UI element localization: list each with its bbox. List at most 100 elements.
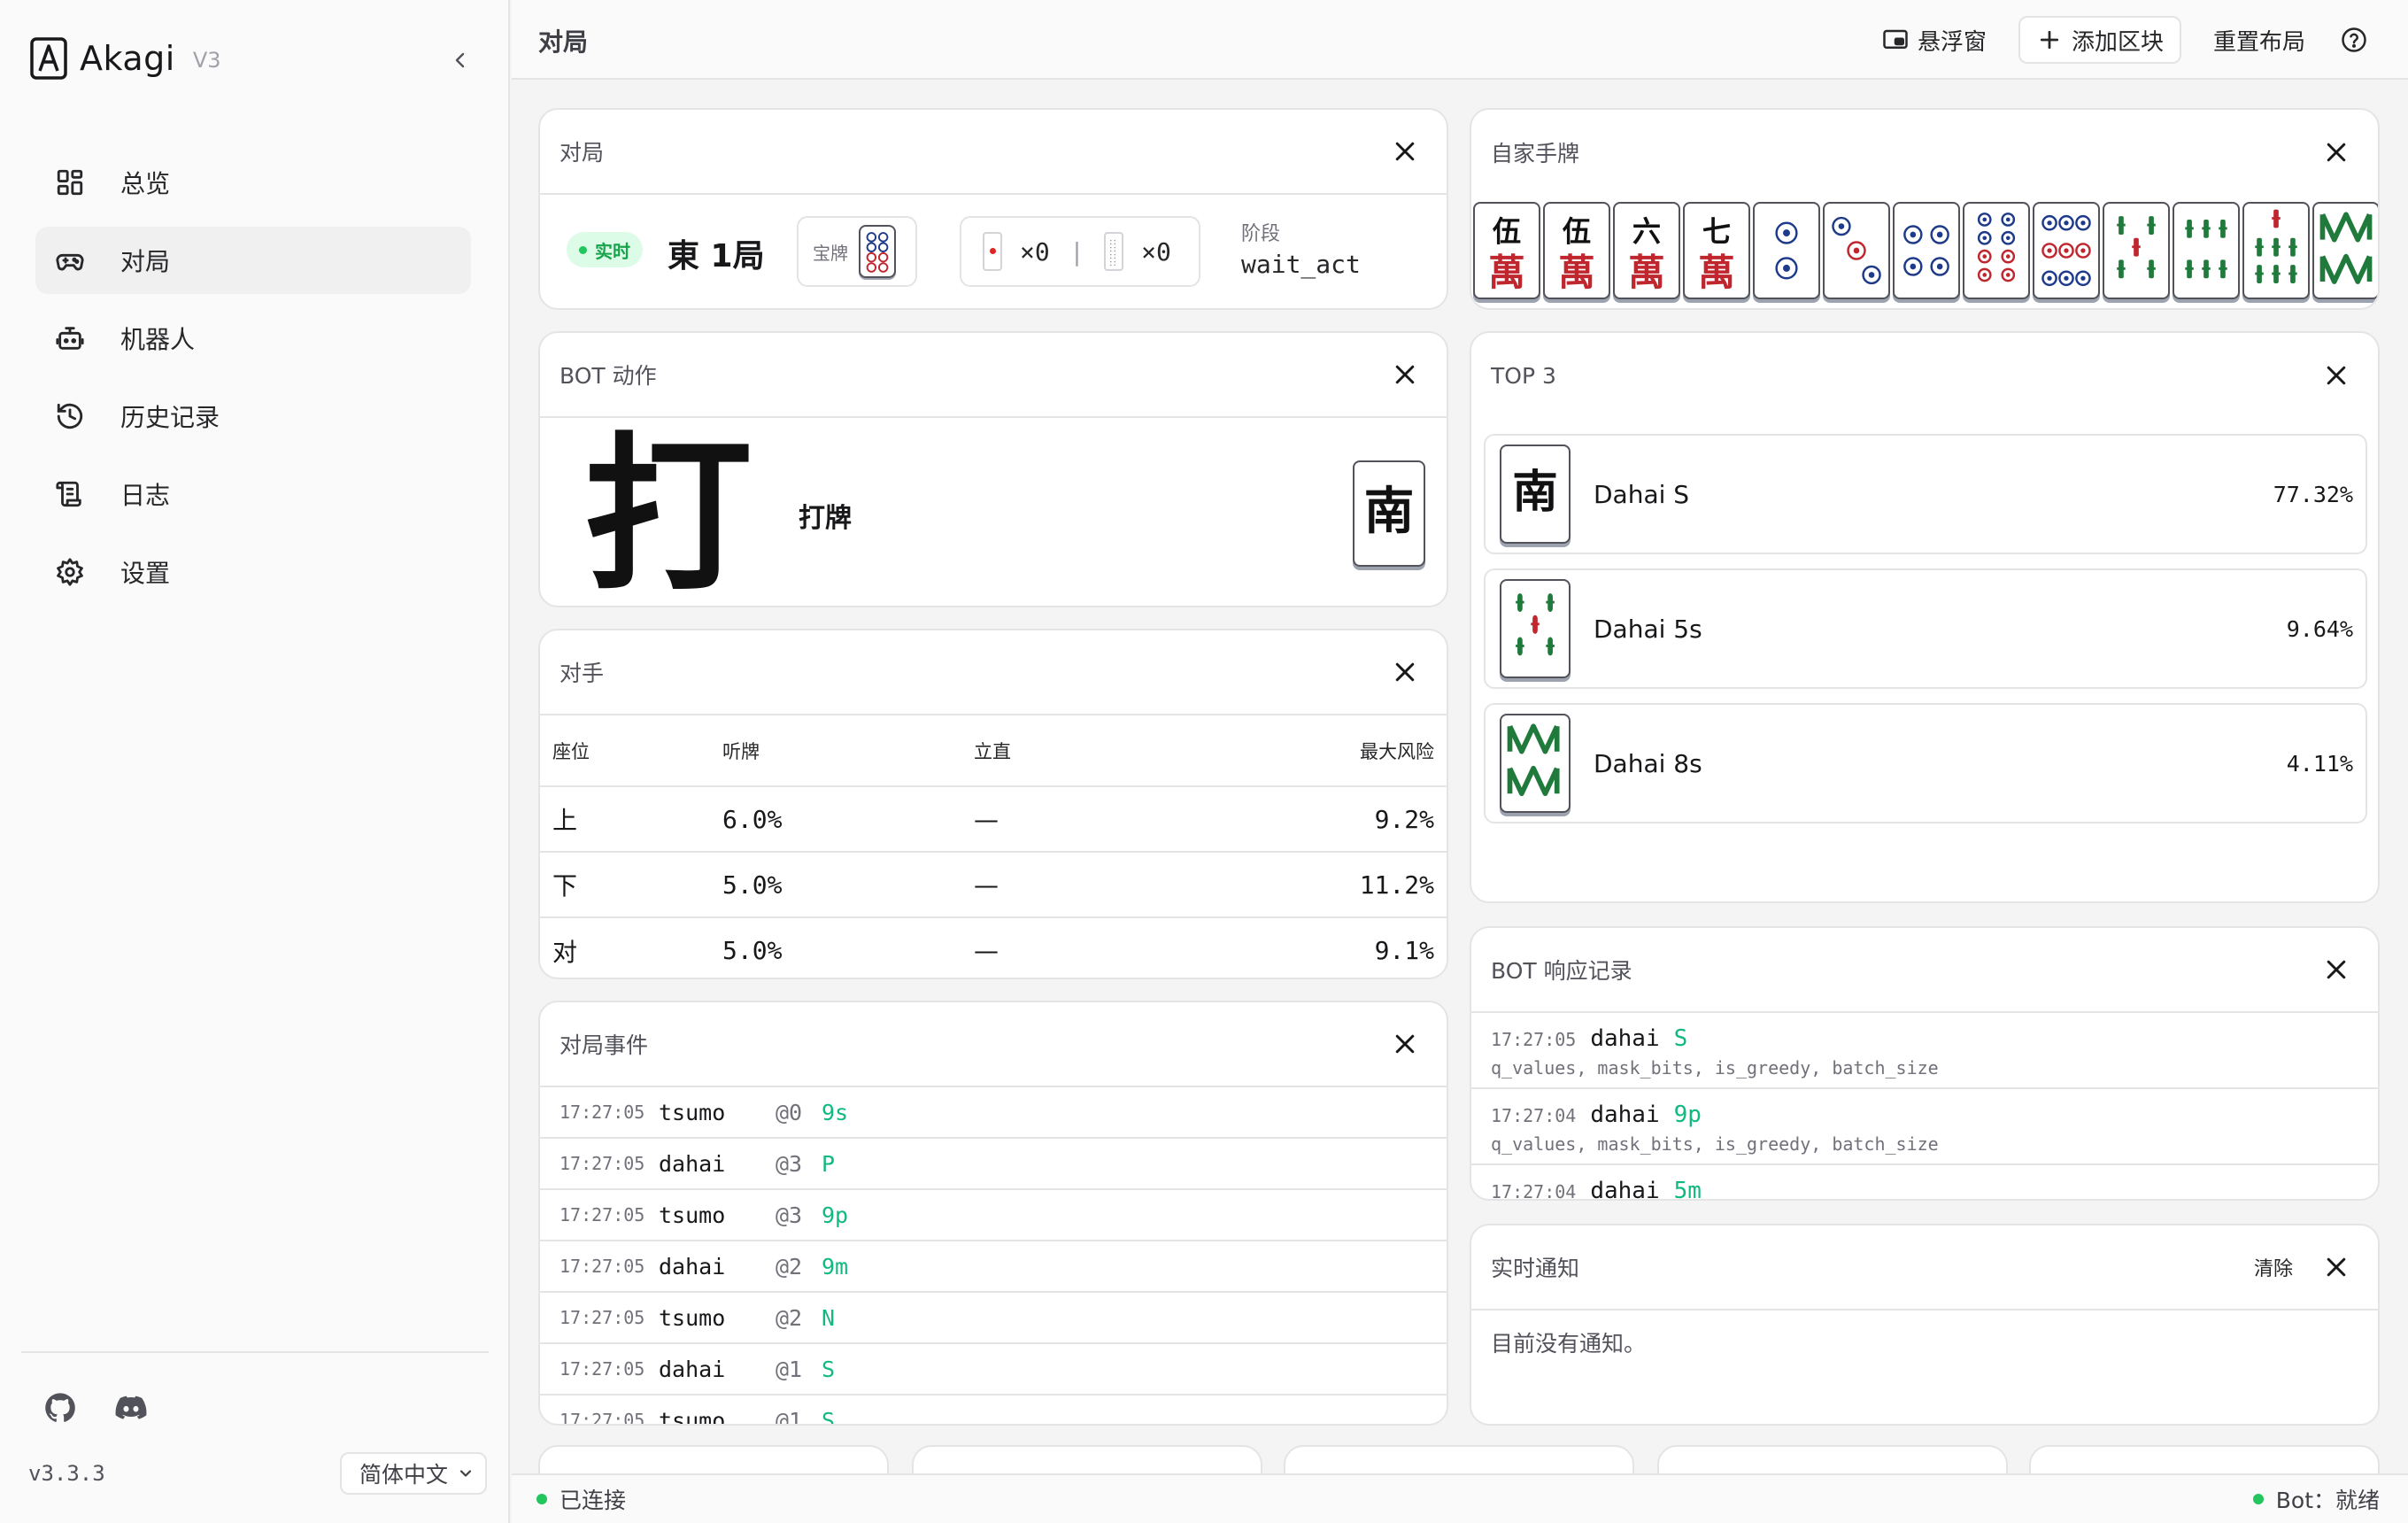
tile-8p-icon — [866, 232, 889, 273]
sidebar-item-label: 对局 — [120, 247, 171, 276]
hand-tile[interactable] — [1753, 202, 1820, 299]
top3-item[interactable]: 南 Dahai S 77.32% — [1484, 434, 2367, 554]
event-pai: S — [822, 1407, 836, 1425]
help-button[interactable] — [2330, 16, 2378, 64]
response-time: 17:27:04 — [1491, 1181, 1577, 1201]
event-time: 17:27:05 — [560, 1256, 645, 1277]
riichi-stick-icon — [983, 232, 1002, 271]
sidebar-item-history[interactable]: 历史记录 — [35, 383, 471, 450]
opponents-table: 座位 听牌 立直 最大风险 上 6.0% — 9.2% 下 5.0% — 11. — [540, 715, 1447, 978]
event-actor: @1 — [776, 1356, 803, 1382]
close-icon[interactable] — [2323, 1254, 2350, 1280]
discord-icon[interactable] — [113, 1390, 149, 1426]
svg-text:南: 南 — [1512, 466, 1557, 519]
top3-card: TOP 3 南 Dahai S 77.32% Dahai 5s 9.64% Da… — [1470, 331, 2380, 903]
hand-tile[interactable]: 七萬 — [1683, 202, 1750, 299]
table-row: 对 5.0% — 9.1% — [540, 917, 1447, 978]
phase-value: wait_act — [1241, 250, 1361, 279]
notifications-empty: 目前没有通知。 — [1491, 1331, 1647, 1357]
column-header-seat: 座位 — [540, 715, 722, 787]
sidebar-item-settings[interactable]: 设置 — [35, 538, 471, 606]
event-type: tsumo — [659, 1099, 726, 1125]
hand-tile[interactable] — [2103, 202, 2170, 299]
card-header: 实时通知 清除 — [1471, 1225, 2378, 1310]
hand-tile[interactable]: 伍萬 — [1473, 202, 1540, 299]
responses-list[interactable]: 17:27:05 dahai S q_values, mask_bits, is_g… — [1471, 1013, 2378, 1201]
column-header-riichi: 立直 — [974, 715, 1239, 787]
seat-cell: 对 — [552, 937, 578, 967]
close-icon[interactable] — [2323, 362, 2350, 389]
add-block-label: 添加区块 — [2072, 28, 2165, 56]
tile-south-icon: 南 — [1512, 466, 1557, 519]
event-type: dahai — [659, 1150, 726, 1177]
close-icon[interactable] — [2323, 956, 2350, 983]
response-pai: S — [1673, 1025, 1688, 1052]
honba-stick-icon: :::::::: — [1104, 232, 1124, 271]
akagi-logo-icon — [30, 37, 67, 80]
tile-south-icon: 南 — [1364, 483, 1415, 541]
response-type: dahai — [1590, 1102, 1660, 1128]
list-item: 17:27:05 tsumo @2 N — [540, 1293, 1447, 1344]
hand-tile[interactable] — [1893, 202, 1960, 299]
svg-text:七: 七 — [1702, 215, 1731, 249]
card-title: 对局 — [560, 140, 605, 166]
hand-tile[interactable] — [2242, 202, 2310, 299]
language-select[interactable]: 简体中文 — [340, 1452, 487, 1495]
tile-face-icon — [1977, 213, 2016, 282]
app-logo[interactable]: Akagi V3 — [30, 37, 221, 80]
tile-face-icon — [1832, 216, 1881, 285]
tile-face-icon — [1903, 225, 1949, 276]
tile-face-icon — [2041, 214, 2091, 287]
close-icon[interactable] — [1392, 138, 1418, 165]
sidebar-item-bot[interactable]: 机器人 — [35, 305, 471, 372]
card-title: 对手 — [560, 661, 605, 686]
github-icon[interactable] — [42, 1390, 78, 1426]
response-pai: 5m — [1673, 1178, 1702, 1201]
svg-text:六: 六 — [1632, 215, 1661, 249]
sidebar-item-logs[interactable]: 日志 — [35, 460, 471, 528]
card-header: TOP 3 — [1471, 333, 2378, 418]
top3-item[interactable]: Dahai 5s 9.64% — [1484, 568, 2367, 689]
card-title: 实时通知 — [1491, 1256, 1580, 1281]
list-item: 17:27:04 dahai 5m — [1471, 1165, 2378, 1201]
seat-cell: 上 — [540, 786, 722, 853]
hand-tile[interactable] — [2173, 202, 2240, 299]
collapse-sidebar-button[interactable] — [444, 44, 476, 76]
hand-tile[interactable] — [2312, 202, 2378, 299]
status-bar: 已连接 Bot：就绪 — [512, 1473, 2408, 1523]
float-window-button[interactable]: 悬浮窗 — [1866, 16, 2003, 64]
close-icon[interactable] — [1392, 361, 1418, 388]
gear-icon — [57, 558, 83, 586]
chevron-left-icon — [455, 52, 465, 68]
dora-tile — [859, 225, 896, 278]
clear-notifications-button[interactable]: 清除 — [2254, 1253, 2293, 1281]
sidebar-item-overview[interactable]: 总览 — [35, 149, 471, 216]
action-tile: 南 — [1353, 460, 1425, 567]
add-block-button[interactable]: 添加区块 — [2018, 16, 2182, 64]
tile-face-icon: 伍萬 — [1558, 215, 1595, 294]
hand-tile[interactable] — [1823, 202, 1890, 299]
top3-percent: 9.64% — [2286, 615, 2353, 642]
hand-tile[interactable]: 伍萬 — [1543, 202, 1610, 299]
hand-tile[interactable]: 六萬 — [1613, 202, 1680, 299]
connection-status-dot — [536, 1494, 547, 1504]
reset-layout-button[interactable]: 重置布局 — [2197, 16, 2321, 64]
dora-label: 宝牌 — [813, 242, 848, 264]
top3-item[interactable]: Dahai 8s 4.11% — [1484, 703, 2367, 823]
action-label: 打牌 — [799, 503, 852, 534]
svg-text:萬: 萬 — [1628, 251, 1665, 294]
events-list[interactable]: 17:27:05 tsumo @0 9s 17:27:05 dahai @3 P 17:27… — [540, 1087, 1447, 1424]
close-icon[interactable] — [1392, 1031, 1418, 1057]
svg-text:伍: 伍 — [1493, 215, 1521, 249]
close-icon[interactable] — [2323, 139, 2350, 166]
risk-cell: 9.2% — [1239, 786, 1447, 853]
top3-percent: 77.32% — [2273, 481, 2353, 507]
close-icon[interactable] — [1392, 659, 1418, 685]
sidebar-item-match[interactable]: 对局 — [35, 227, 471, 294]
event-actor: @2 — [776, 1253, 803, 1279]
hand-tile[interactable] — [2033, 202, 2100, 299]
response-type: dahai — [1590, 1025, 1660, 1052]
tile-face-icon: 七萬 — [1698, 215, 1735, 294]
hand-tile[interactable] — [1963, 202, 2030, 299]
event-pai: 9p — [822, 1202, 849, 1228]
